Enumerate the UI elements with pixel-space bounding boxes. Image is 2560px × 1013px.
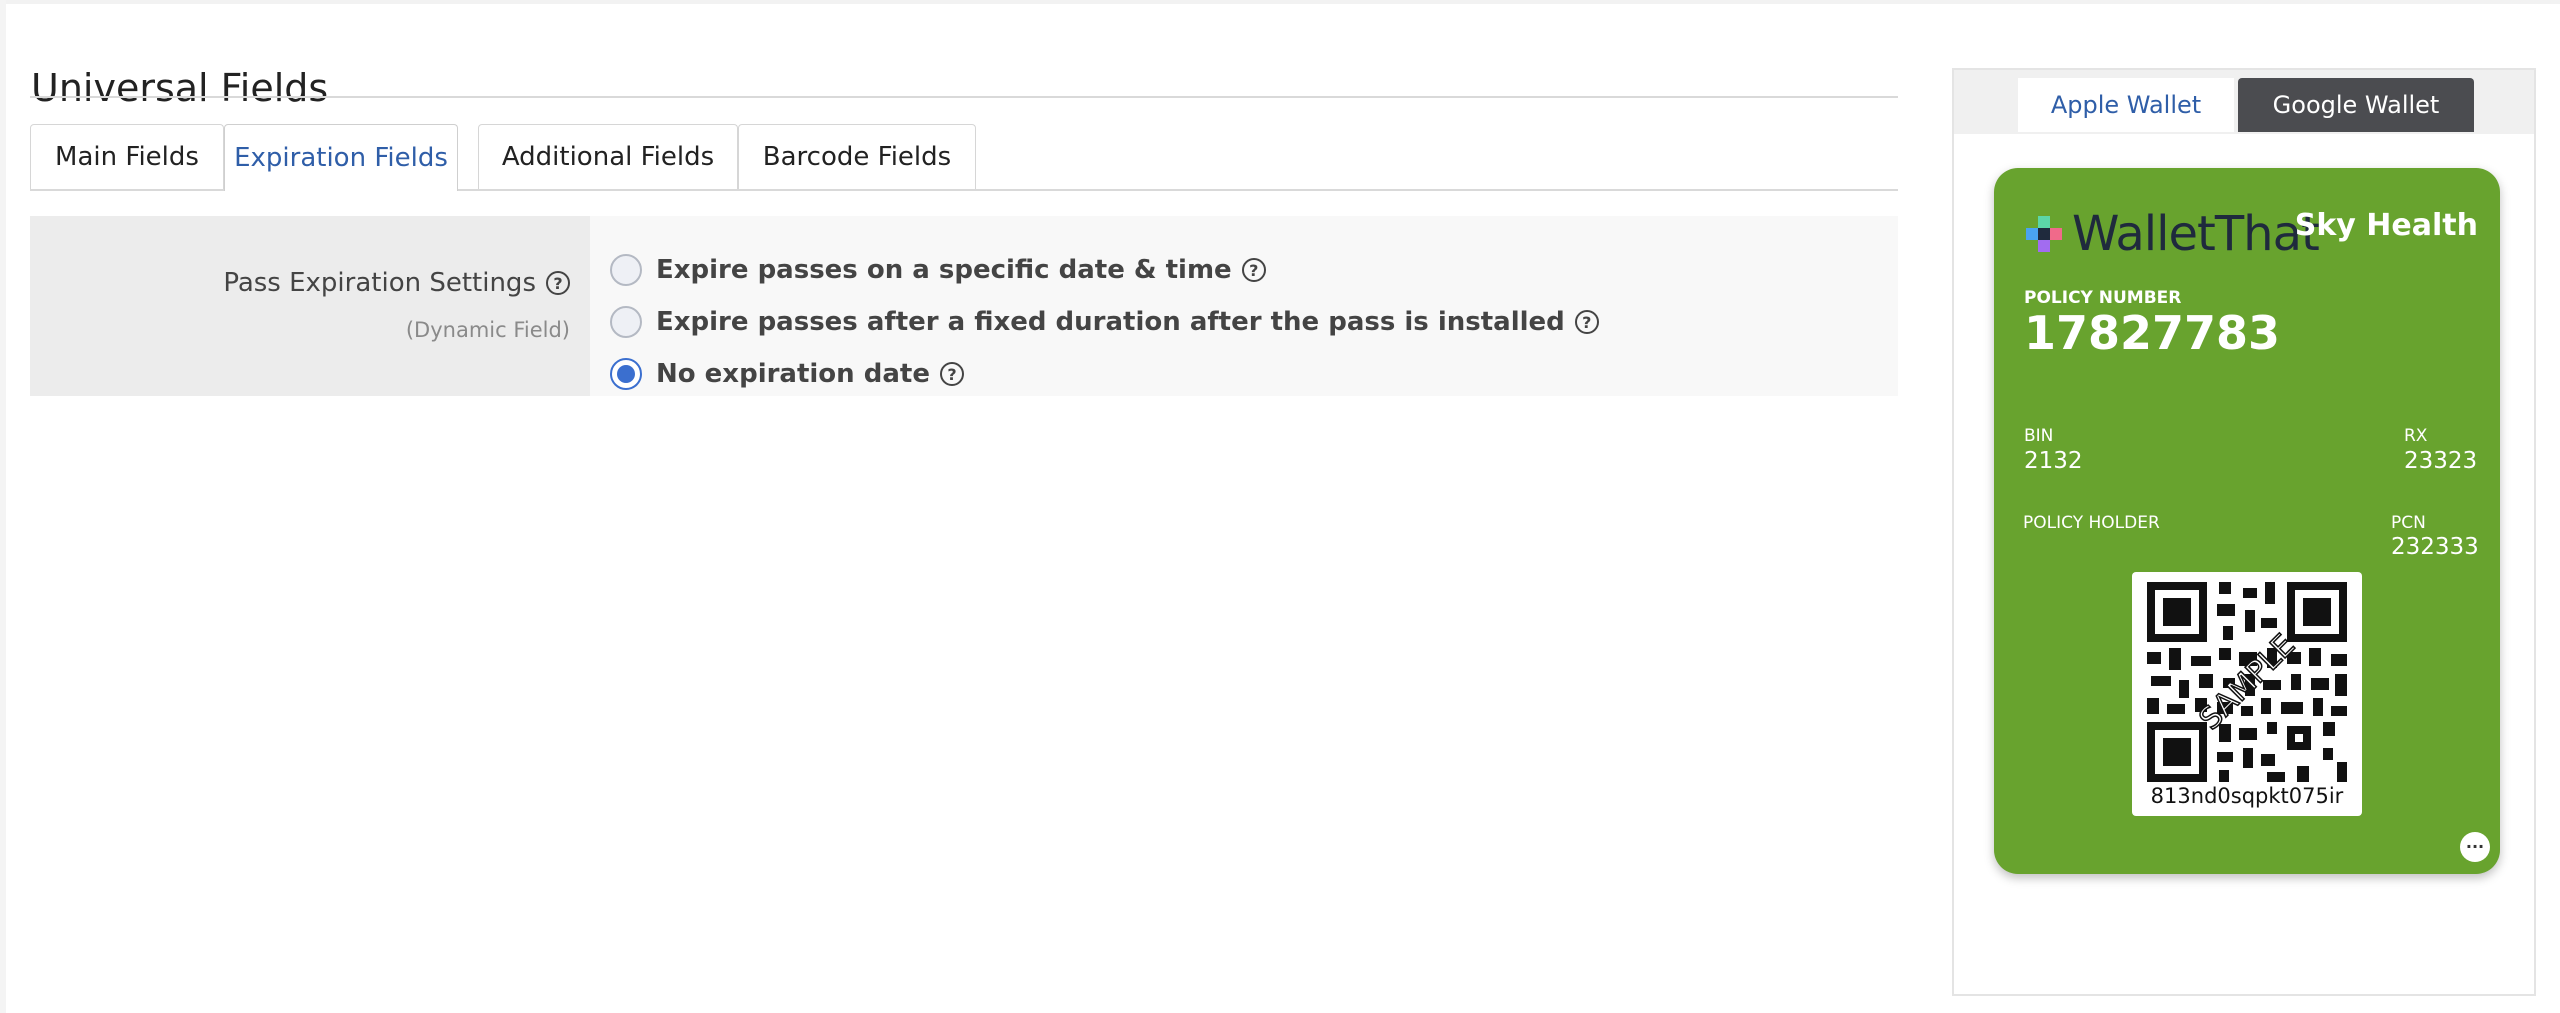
bin-value: 2132 <box>2024 448 2083 474</box>
left-edge <box>0 0 6 1013</box>
brand-name: Sky Health <box>2294 208 2478 243</box>
walletthat-logo: WalletThat <box>2024 206 2320 262</box>
option-label: Expire passes on a specific date & time <box>656 255 1232 285</box>
option-specific-date[interactable]: Expire passes on a specific date & time … <box>610 250 1266 290</box>
option-no-expiration[interactable]: No expiration date ? <box>610 354 964 394</box>
tab-apple-wallet[interactable]: Apple Wallet <box>2018 78 2234 132</box>
label-column: Pass Expiration Settings ? (Dynamic Fiel… <box>30 216 590 396</box>
barcode-text: 813nd0sqpkt075ir <box>2150 784 2344 808</box>
pass-card: WalletThat Sky Health POLICY NUMBER 1782… <box>1994 168 2500 874</box>
policy-number-value: 17827783 <box>2024 306 2281 360</box>
question-circle-icon[interactable]: ? <box>1574 310 1599 334</box>
question-circle-icon[interactable]: ? <box>1241 258 1266 282</box>
question-circle-icon[interactable]: ? <box>939 362 964 386</box>
more-dots-icon[interactable]: ··· <box>2460 832 2490 862</box>
pcn-value: 232333 <box>2391 534 2479 560</box>
wallet-preview-panel: Apple Wallet Google Wallet WalletThat Sk… <box>1952 68 2536 996</box>
rx-value: 23323 <box>2404 448 2478 474</box>
tab-google-wallet[interactable]: Google Wallet <box>2238 78 2474 132</box>
section-title: Universal Fields <box>31 65 329 110</box>
logo-text: WalletThat <box>2072 206 2320 262</box>
radio-fixed-duration[interactable] <box>610 306 642 338</box>
bin-label: BIN <box>2024 426 2054 446</box>
question-circle-icon[interactable]: ? <box>546 271 570 295</box>
walletthat-logo-icon <box>2026 216 2062 252</box>
expiration-settings-row: Pass Expiration Settings ? (Dynamic Fiel… <box>30 216 1898 396</box>
tab-expiration-fields[interactable]: Expiration Fields <box>224 124 458 191</box>
tab-additional-fields[interactable]: Additional Fields <box>478 124 738 189</box>
tab-barcode-fields[interactable]: Barcode Fields <box>738 124 976 189</box>
option-fixed-duration[interactable]: Expire passes after a fixed duration aft… <box>610 302 1599 342</box>
tab-main-fields[interactable]: Main Fields <box>30 124 224 189</box>
top-bar <box>0 0 2560 4</box>
radio-no-expiration[interactable] <box>610 358 642 390</box>
title-divider <box>30 96 1898 98</box>
pass-expiration-label: Pass Expiration Settings <box>223 268 536 298</box>
field-tabs: Main Fields Expiration Fields Additional… <box>30 124 1898 191</box>
rx-label: RX <box>2404 426 2428 446</box>
option-label: Expire passes after a fixed duration aft… <box>656 307 1565 337</box>
barcode: SAMPLE 813nd0sqpkt075ir <box>2132 572 2362 816</box>
policy-number-label: POLICY NUMBER <box>2024 288 2182 308</box>
option-label: No expiration date <box>656 359 930 389</box>
wallet-tabs: Apple Wallet Google Wallet <box>1954 70 2534 134</box>
dynamic-field-note: (Dynamic Field) <box>405 318 570 342</box>
pcn-label: PCN <box>2391 513 2426 533</box>
qr-code-image: SAMPLE <box>2147 582 2347 782</box>
field-label-row: Pass Expiration Settings ? <box>223 268 570 298</box>
radio-specific-date[interactable] <box>610 254 642 286</box>
policy-holder-label: POLICY HOLDER <box>2023 513 2160 533</box>
